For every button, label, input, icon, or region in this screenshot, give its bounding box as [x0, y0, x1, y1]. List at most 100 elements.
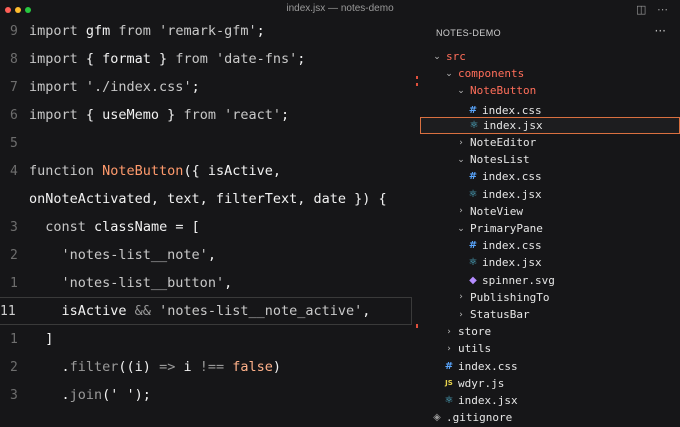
tree-folder[interactable]: › store [420, 323, 680, 340]
code-line[interactable]: 4 function NoteButton({ isActive, [0, 157, 420, 185]
change-marker [416, 324, 418, 328]
tree-folder[interactable]: › utils [420, 340, 680, 357]
code-text: .filter((i) => i !== false) [29, 359, 282, 375]
code-line[interactable]: 2 .filter((i) => i !== false) [0, 353, 420, 381]
code-line[interactable]: onNoteActivated, text, filterText, date … [0, 185, 420, 213]
chevron-down-icon: ⌄ [433, 51, 441, 62]
react-file-icon: ⚛ [444, 395, 454, 406]
code-text: onNoteActivated, text, filterText, date … [29, 191, 387, 207]
tree-file[interactable]: # index.css [420, 168, 680, 185]
tree-file[interactable]: ⚛ index.jsx [420, 392, 680, 409]
code-line[interactable]: 3 const className = [ [0, 213, 420, 241]
code-text: isActive && 'notes-list__note_active', [29, 303, 371, 319]
tree-file[interactable]: ⚛ index.jsx [420, 186, 680, 203]
svg-file-icon: ◆ [469, 274, 477, 286]
tree-folder[interactable]: › NoteView [420, 203, 680, 220]
code-line[interactable]: 1 ] [0, 325, 420, 353]
line-number: 3 [10, 387, 18, 403]
chevron-right-icon: › [459, 206, 463, 217]
chevron-right-icon: › [459, 292, 463, 303]
tree-folder[interactable]: ⌄ components [420, 65, 680, 82]
code-text: import { format } from 'date-fns'; [29, 51, 306, 67]
tree-item-label: src [446, 50, 466, 63]
tree-item-label: spinner.svg [482, 273, 555, 287]
tree-item-label: index.jsx [482, 187, 542, 201]
tree-item-label: index.css [482, 103, 542, 117]
code-line[interactable] [0, 409, 420, 427]
tree-folder[interactable]: ⌄ PrimaryPane [420, 220, 680, 237]
tree-file[interactable]: ◈ .gitignore [420, 409, 680, 426]
tree-item-label: StatusBar [470, 308, 530, 321]
line-number: 3 [10, 219, 18, 235]
explorer-more-icon[interactable]: ··· [655, 24, 666, 38]
chevron-down-icon: ⌄ [445, 68, 453, 79]
split-editor-icon[interactable]: ◫ [636, 3, 646, 16]
tree-folder[interactable]: ⌄ NoteButton [420, 82, 680, 99]
react-file-icon: ⚛ [468, 188, 478, 200]
react-file-icon: ⚛ [468, 257, 478, 269]
code-line[interactable]: 11 isActive && 'notes-list__note_active'… [0, 297, 420, 325]
code-line[interactable]: 7 import './index.css'; [0, 73, 420, 101]
tree-item-label: NotesList [470, 153, 530, 167]
code-text: import './index.css'; [29, 79, 200, 95]
line-number: 5 [10, 135, 18, 151]
line-number: 11 [0, 303, 16, 319]
tree-item-label: index.css [482, 239, 542, 253]
code-text: 'notes-list__button', [61, 275, 233, 291]
tree-item-label: utils [458, 342, 492, 356]
code-line[interactable]: 8 import { format } from 'date-fns'; [0, 45, 420, 73]
tree-item-label: index.css [482, 170, 542, 184]
tree-file[interactable]: ⚛ index.jsx [420, 254, 680, 271]
chevron-right-icon: › [447, 326, 451, 337]
change-marker [416, 76, 418, 79]
tree-file[interactable]: JS wdyr.js [420, 375, 680, 392]
line-number: 1 [10, 275, 18, 291]
tree-file[interactable]: ⚛ index.jsx [420, 116, 680, 134]
tree-item-label: PublishingTo [470, 290, 550, 304]
code-line[interactable]: 3 .join(' '); [0, 381, 420, 409]
line-number: 4 [10, 163, 18, 179]
css-file-icon: # [468, 104, 478, 116]
chevron-right-icon: › [459, 137, 463, 148]
tree-folder[interactable]: ⌄ NotesList [420, 151, 680, 168]
line-number: 6 [10, 107, 18, 123]
line-number: 1 [10, 331, 18, 347]
tree-folder[interactable]: ⌄ src [420, 48, 680, 65]
line-number: 7 [10, 79, 18, 95]
file-explorer: NOTES-DEMO ··· ⌄ src ⌄ components ⌄ NoteButto… [420, 20, 680, 427]
tree-folder[interactable]: › PublishingTo [420, 289, 680, 306]
code-line[interactable]: 9 import gfm from 'remark-gfm'; [0, 17, 420, 45]
code-text: const className = [ [45, 219, 200, 235]
line-number: 2 [10, 359, 18, 375]
tree-folder[interactable]: › NoteEditor [420, 134, 680, 151]
js-file-icon: JS [445, 379, 453, 388]
more-icon[interactable]: ⋯ [657, 3, 668, 16]
chevron-down-icon: ⌄ [457, 154, 465, 165]
chevron-down-icon: ⌄ [457, 223, 465, 234]
line-number: 8 [10, 51, 18, 67]
tree-item-label: components [458, 67, 525, 81]
tree-folder[interactable]: › StatusBar [420, 306, 680, 323]
tree-item-label: NoteView [470, 204, 523, 218]
tree-item-label: store [458, 325, 492, 339]
chevron-down-icon: ⌄ [457, 85, 465, 96]
tree-item-label: NoteEditor [470, 136, 537, 149]
code-editor[interactable]: 9 import gfm from 'remark-gfm'; 8 import { … [0, 17, 420, 427]
code-line[interactable]: 1 'notes-list__button', [0, 269, 420, 297]
code-text: 'notes-list__note', [61, 247, 216, 263]
git-file-icon: ◈ [433, 412, 441, 424]
code-line[interactable]: 5 [0, 129, 420, 157]
explorer-header: NOTES-DEMO [436, 28, 502, 38]
code-line[interactable]: 6 import { useMemo } from 'react'; [0, 101, 420, 129]
tree-file[interactable]: # index.css [420, 237, 680, 254]
tree-file[interactable]: # index.css [420, 358, 680, 375]
tree-item-label: index.jsx [482, 256, 542, 270]
tree-item-label: index.css [458, 359, 518, 373]
tree-item-label: NoteButton [470, 84, 537, 98]
css-file-icon: # [444, 360, 454, 372]
tree-file[interactable]: ◆ spinner.svg [420, 272, 680, 289]
code-text: .join(' '); [29, 387, 151, 403]
code-line[interactable]: 2 'notes-list__note', [0, 241, 420, 269]
line-number: 9 [10, 23, 18, 39]
code-text: import gfm from 'remark-gfm'; [29, 23, 265, 39]
